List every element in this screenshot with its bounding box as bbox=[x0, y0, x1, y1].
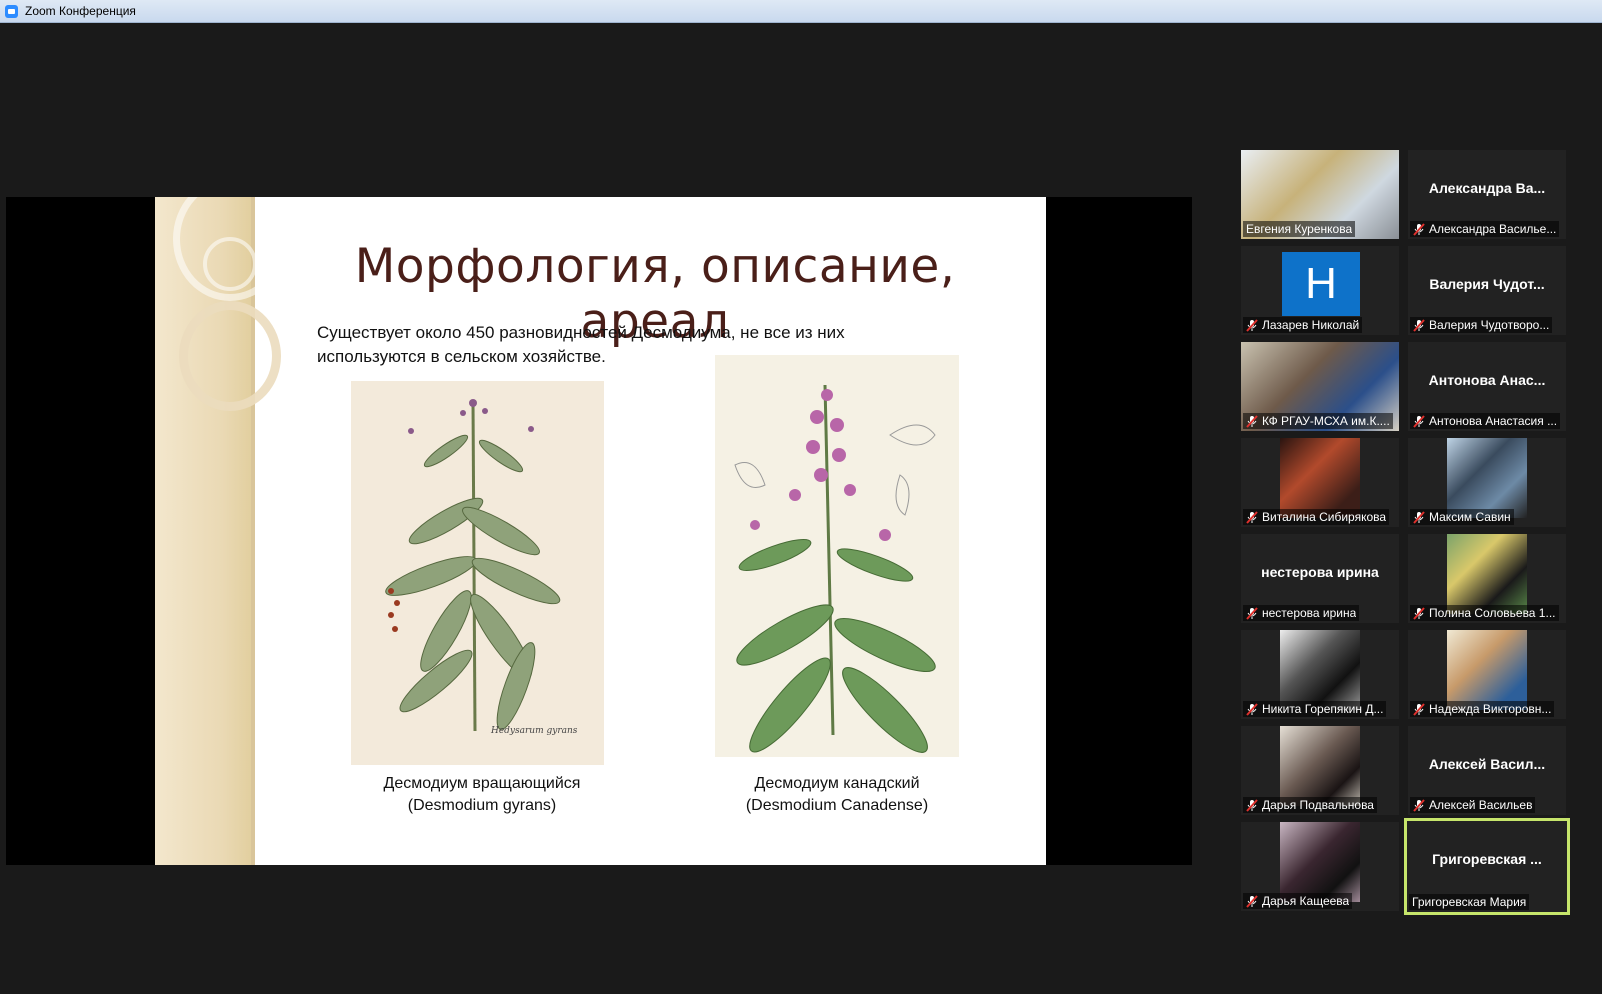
participant-video bbox=[1280, 726, 1360, 806]
participant-tile[interactable]: Алексей Васил... Алексей Васильев bbox=[1408, 726, 1566, 815]
participant-video bbox=[1447, 438, 1527, 518]
muted-microphone-icon bbox=[1413, 606, 1425, 620]
participant-name-label: Валерия Чудотворо... bbox=[1410, 317, 1553, 333]
participant-display-name: Александра Ва... bbox=[1428, 180, 1546, 196]
participant-video bbox=[1447, 630, 1527, 710]
participant-tile[interactable]: Максим Савин bbox=[1408, 438, 1566, 527]
left-caption-line-1: Десмодиум вращающийся bbox=[383, 775, 581, 792]
participant-tile[interactable]: нестерова ирина нестерова ирина bbox=[1241, 534, 1399, 623]
svg-text:Hedysarum gyrans: Hedysarum gyrans bbox=[490, 726, 578, 736]
participant-display-name: Григоревская ... bbox=[1432, 851, 1542, 867]
participant-display-name: Валерия Чудот... bbox=[1429, 276, 1545, 292]
participant-avatar: Н bbox=[1282, 252, 1360, 316]
participant-name: Лазарев Николай bbox=[1262, 318, 1360, 332]
participant-tile[interactable]: Надежда Викторовн... bbox=[1408, 630, 1566, 719]
participant-name-label: Дарья Кащеева bbox=[1243, 893, 1353, 909]
participant-name: Евгения Куренкова bbox=[1246, 222, 1353, 236]
muted-microphone-icon bbox=[1246, 702, 1258, 716]
left-caption-line-2: (Desmodium gyrans) bbox=[407, 797, 557, 814]
muted-microphone-icon bbox=[1413, 798, 1425, 812]
participant-tile[interactable]: Никита Горепякин Д... bbox=[1241, 630, 1399, 719]
participant-tile[interactable]: Полина Соловьева 1... bbox=[1408, 534, 1566, 623]
participant-tile[interactable]: Дарья Подвальнова bbox=[1241, 726, 1399, 815]
participant-tile[interactable]: Валерия Чудот... Валерия Чудотворо... bbox=[1408, 246, 1566, 335]
participant-name-label: Евгения Куренкова bbox=[1243, 221, 1356, 237]
participant-name: Виталина Сибирякова bbox=[1262, 510, 1387, 524]
muted-microphone-icon bbox=[1246, 606, 1258, 620]
participant-name-label: КФ РГАУ-МСХА им.К.... bbox=[1243, 413, 1393, 429]
muted-microphone-icon bbox=[1246, 798, 1258, 812]
participant-name-label: Григоревская Мария bbox=[1409, 894, 1530, 910]
zoom-app-icon bbox=[5, 4, 18, 18]
left-caption: Десмодиум вращающийся (Desmodium gyrans) bbox=[355, 773, 609, 817]
right-caption-line-2: (Desmodium Canadense) bbox=[745, 797, 929, 814]
participant-name-label: Надежда Викторовн... bbox=[1410, 701, 1555, 717]
participant-display-name: нестерова ирина bbox=[1261, 564, 1379, 580]
participant-name: Валерия Чудотворо... bbox=[1429, 318, 1550, 332]
participant-video bbox=[1447, 534, 1527, 614]
muted-microphone-icon bbox=[1413, 702, 1425, 716]
desmodium-gyrans-illustration: Hedysarum gyrans bbox=[351, 381, 604, 765]
participant-name: Александра Василье... bbox=[1429, 222, 1557, 236]
desmodium-canadense-illustration bbox=[715, 355, 959, 757]
participant-tile[interactable]: Н Лазарев Николай bbox=[1241, 246, 1399, 335]
window-titlebar: Zoom Конференция bbox=[0, 0, 1602, 23]
participant-name-label: Никита Горепякин Д... bbox=[1243, 701, 1387, 717]
participant-name-label: Алексей Васильев bbox=[1410, 797, 1536, 813]
participant-tile[interactable]: Дарья Кащеева bbox=[1241, 822, 1399, 911]
participant-video bbox=[1280, 630, 1360, 710]
participant-display-name: Алексей Васил... bbox=[1428, 756, 1546, 772]
participant-name: Григоревская Мария bbox=[1412, 895, 1527, 909]
shared-screen[interactable]: Морфология, описание, ареал Существует о… bbox=[6, 197, 1192, 865]
muted-microphone-icon bbox=[1413, 414, 1425, 428]
participant-name-label: Виталина Сибирякова bbox=[1243, 509, 1390, 525]
right-caption-line-1: Десмодиум канадский bbox=[754, 775, 920, 792]
participant-video bbox=[1280, 822, 1360, 902]
window-title: Zoom Конференция bbox=[25, 4, 136, 18]
muted-microphone-icon bbox=[1413, 222, 1425, 236]
participant-name-label: Максим Савин bbox=[1410, 509, 1514, 525]
participant-name: КФ РГАУ-МСХА им.К.... bbox=[1262, 414, 1390, 428]
participant-name: Дарья Кащеева bbox=[1262, 894, 1350, 908]
participant-name-label: Лазарев Николай bbox=[1243, 317, 1363, 333]
participant-name: нестерова ирина bbox=[1262, 606, 1357, 620]
slide-decoration bbox=[155, 197, 287, 865]
muted-microphone-icon bbox=[1413, 510, 1425, 524]
muted-microphone-icon bbox=[1246, 318, 1258, 332]
participant-name-label: Александра Василье... bbox=[1410, 221, 1560, 237]
participant-display-name: Антонова Анас... bbox=[1428, 372, 1546, 388]
participant-name: Надежда Викторовн... bbox=[1429, 702, 1552, 716]
participant-tile[interactable]: Евгения Куренкова bbox=[1241, 150, 1399, 239]
participant-name: Полина Соловьева 1... bbox=[1429, 606, 1556, 620]
participant-name-label: Дарья Подвальнова bbox=[1243, 797, 1377, 813]
muted-microphone-icon bbox=[1246, 894, 1258, 908]
participant-tile[interactable]: Антонова Анас... Антонова Анастасия ... bbox=[1408, 342, 1566, 431]
participant-tile[interactable]: Александра Ва... Александра Василье... bbox=[1408, 150, 1566, 239]
right-caption: Десмодиум канадский (Desmodium Canadense… bbox=[715, 773, 959, 817]
participant-name: Алексей Васильев bbox=[1429, 798, 1533, 812]
muted-microphone-icon bbox=[1246, 510, 1258, 524]
participant-tile[interactable]: Григоревская ... Григоревская Мария bbox=[1404, 818, 1570, 915]
muted-microphone-icon bbox=[1413, 318, 1425, 332]
participant-name: Максим Савин bbox=[1429, 510, 1511, 524]
participant-name: Антонова Анастасия ... bbox=[1429, 414, 1558, 428]
participant-name: Никита Горепякин Д... bbox=[1262, 702, 1384, 716]
presentation-slide: Морфология, описание, ареал Существует о… bbox=[155, 197, 1046, 865]
participant-name-label: Антонова Анастасия ... bbox=[1410, 413, 1561, 429]
participant-tile[interactable]: Виталина Сибирякова bbox=[1241, 438, 1399, 527]
muted-microphone-icon bbox=[1246, 414, 1258, 428]
participant-video bbox=[1280, 438, 1360, 518]
participant-name: Дарья Подвальнова bbox=[1262, 798, 1374, 812]
participant-name-label: Полина Соловьева 1... bbox=[1410, 605, 1559, 621]
participant-tile[interactable]: КФ РГАУ-МСХА им.К.... bbox=[1241, 342, 1399, 431]
participant-name-label: нестерова ирина bbox=[1243, 605, 1360, 621]
